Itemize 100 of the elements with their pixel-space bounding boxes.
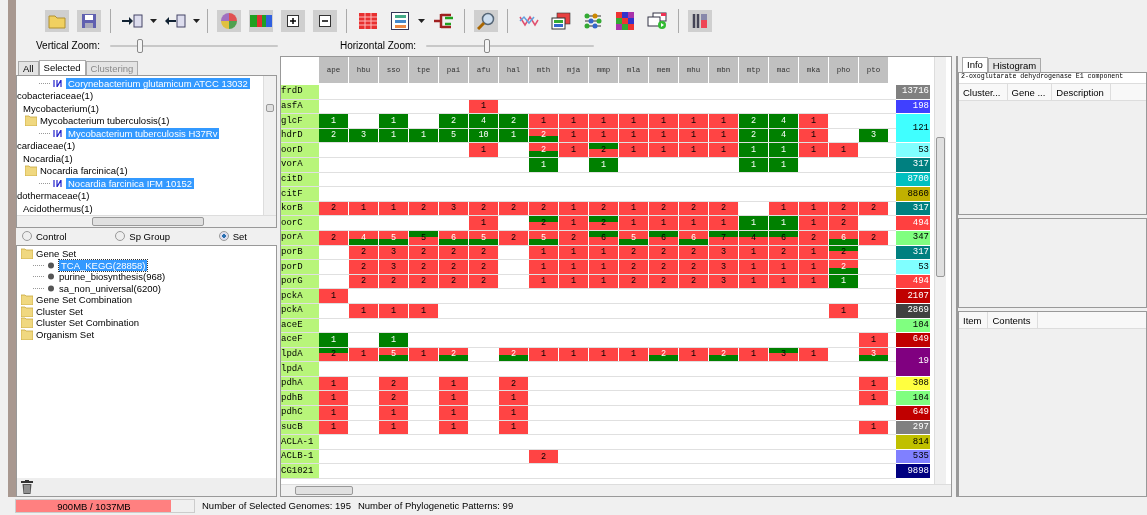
matrix-cell[interactable]: 2 xyxy=(499,114,528,128)
search-icon[interactable] xyxy=(474,10,498,32)
count-cell[interactable]: 9898 xyxy=(896,464,930,480)
count-cell[interactable]: 53 xyxy=(896,260,930,275)
matrix-cell[interactable]: 1 xyxy=(319,391,348,406)
matrix-cell[interactable]: 1 xyxy=(739,216,768,230)
gene-label[interactable]: oorD xyxy=(281,143,319,158)
matrix-cell[interactable]: 1 xyxy=(709,114,738,128)
tab[interactable]: Histogram xyxy=(987,58,1042,72)
matrix-cell[interactable]: 1 xyxy=(679,143,708,157)
gene-label[interactable]: pdhC xyxy=(281,406,319,421)
gene-label[interactable]: frdD xyxy=(281,85,319,100)
matrix-cell[interactable]: 1 xyxy=(439,391,468,406)
column-header[interactable]: Description xyxy=(1052,83,1111,101)
tree-item[interactable]: Cluster Set Combination xyxy=(36,317,139,329)
tree-item[interactable]: Nocardia(1) xyxy=(23,152,73,164)
matrix-cell[interactable]: 1 xyxy=(619,114,648,128)
count-cell[interactable]: 2107 xyxy=(896,289,930,304)
tools-icon[interactable] xyxy=(688,10,712,32)
matrix-cell[interactable]: 2 xyxy=(589,143,618,157)
matrix-cell[interactable]: 2 xyxy=(529,216,558,230)
column-header[interactable]: Contents xyxy=(988,311,1038,329)
column-header[interactable]: Gene ... xyxy=(1007,83,1053,101)
zoom-slider[interactable] xyxy=(109,39,278,53)
matrix-cell[interactable]: 2 xyxy=(589,216,618,230)
matrix-cell[interactable]: 1 xyxy=(319,289,348,303)
matrix-cell[interactable]: 1 xyxy=(829,143,858,157)
matrix-cell[interactable]: 2 xyxy=(619,260,648,274)
grid-icon[interactable] xyxy=(249,10,273,32)
count-cell[interactable]: 649 xyxy=(896,406,930,421)
matrix-cell[interactable]: 2 xyxy=(829,216,858,230)
scrollbar[interactable] xyxy=(281,484,951,496)
tab[interactable]: Selected xyxy=(38,60,86,75)
matrix-cell[interactable]: 1 xyxy=(589,114,618,128)
tree-item[interactable]: Gene Set Combination xyxy=(36,294,133,306)
zoom-slider[interactable] xyxy=(426,39,595,53)
count-cell[interactable]: 494 xyxy=(896,216,930,231)
scrollbar[interactable] xyxy=(263,76,276,215)
matrix-cell[interactable]: 3 xyxy=(709,260,738,274)
matrix-cell[interactable]: 3 xyxy=(379,260,408,274)
tree-item[interactable]: Organism Set xyxy=(36,328,95,340)
matrix-cell[interactable]: 2 xyxy=(439,114,468,128)
matrix-cell[interactable]: 1 xyxy=(859,333,888,347)
count-cell[interactable]: 8860 xyxy=(896,187,930,202)
gene-label[interactable]: porD xyxy=(281,260,319,275)
matrix-cell[interactable]: 4 xyxy=(469,114,498,128)
matrix-cell[interactable]: 1 xyxy=(649,114,678,128)
matrix-cell[interactable]: 1 xyxy=(739,143,768,157)
matrix-cell[interactable]: 1 xyxy=(559,216,588,230)
gene-label[interactable]: aceF xyxy=(281,333,319,348)
matrix-cell[interactable]: 1 xyxy=(739,260,768,274)
count-cell[interactable]: 649 xyxy=(896,333,930,348)
column-header[interactable]: Item xyxy=(959,311,989,329)
matrix-cell[interactable]: 1 xyxy=(799,143,828,157)
tree-item[interactable]: Mycobacterium tuberculosis(1) xyxy=(40,115,170,127)
tree-item[interactable]: sa_non_universal(6200) xyxy=(59,282,161,294)
matrix-cell[interactable]: 2 xyxy=(379,391,408,406)
layers-icon[interactable] xyxy=(549,10,573,32)
matrix-cell[interactable]: 1 xyxy=(589,260,618,274)
matrix-cell[interactable]: 1 xyxy=(529,260,558,274)
gene-label[interactable]: ACLA-1 xyxy=(281,435,319,450)
matrix-cell[interactable]: 2 xyxy=(469,260,498,274)
matrix-icon[interactable] xyxy=(356,10,380,32)
matrix-cell[interactable]: 1 xyxy=(649,143,678,157)
count-cell[interactable]: 13716 xyxy=(896,85,930,100)
count-cell[interactable]: 121 xyxy=(896,114,930,144)
gene-label[interactable]: glcF xyxy=(281,114,319,129)
matrix-cell[interactable]: 1 xyxy=(799,114,828,128)
tree-item[interactable]: Acidothermus(1) xyxy=(23,202,93,214)
tree-item[interactable]: Gene Set xyxy=(36,248,77,260)
trash-icon[interactable] xyxy=(21,480,33,494)
matrix-cell[interactable]: 2 xyxy=(649,260,678,274)
matrix-cell[interactable]: 1 xyxy=(799,260,828,274)
matrix-cell[interactable]: 1 xyxy=(379,333,408,347)
tree-item[interactable]: cardiaceae(1) xyxy=(17,140,76,152)
gene-label[interactable]: citF xyxy=(281,187,319,202)
matrix-cell[interactable]: 1 xyxy=(619,143,648,157)
matrix-cell[interactable]: 1 xyxy=(619,216,648,230)
scrollbar[interactable] xyxy=(17,215,276,227)
matrix-cell[interactable]: 1 xyxy=(499,406,528,420)
matrix-cell[interactable]: 1 xyxy=(469,143,498,157)
matrix-cell[interactable]: 2 xyxy=(829,260,858,274)
gene-label[interactable]: CG1021 xyxy=(281,464,319,480)
gene-label[interactable]: oorC xyxy=(281,216,319,231)
expand-icon[interactable] xyxy=(281,10,305,32)
matrix-cell[interactable]: 1 xyxy=(709,143,738,157)
matrix-cell[interactable]: 1 xyxy=(559,143,588,157)
tree-item[interactable]: dothermaceae(1) xyxy=(17,190,90,202)
gene-label[interactable]: pckA xyxy=(281,289,319,304)
matrix-cell[interactable]: 1 xyxy=(559,114,588,128)
column-header[interactable]: Cluster... xyxy=(959,83,1008,101)
matrix-cell[interactable]: 2 xyxy=(439,260,468,274)
tree-item[interactable]: Nocardia farcinica(1) xyxy=(40,165,128,177)
matrix-cell[interactable]: 2 xyxy=(679,260,708,274)
save-icon[interactable] xyxy=(77,10,101,32)
matrix-cell[interactable]: 1 xyxy=(769,260,798,274)
matrix-cell[interactable]: 1 xyxy=(379,114,408,128)
matrix-cell[interactable]: 2 xyxy=(739,114,768,128)
tab[interactable]: Info xyxy=(962,57,988,72)
tab[interactable]: All xyxy=(18,61,39,75)
